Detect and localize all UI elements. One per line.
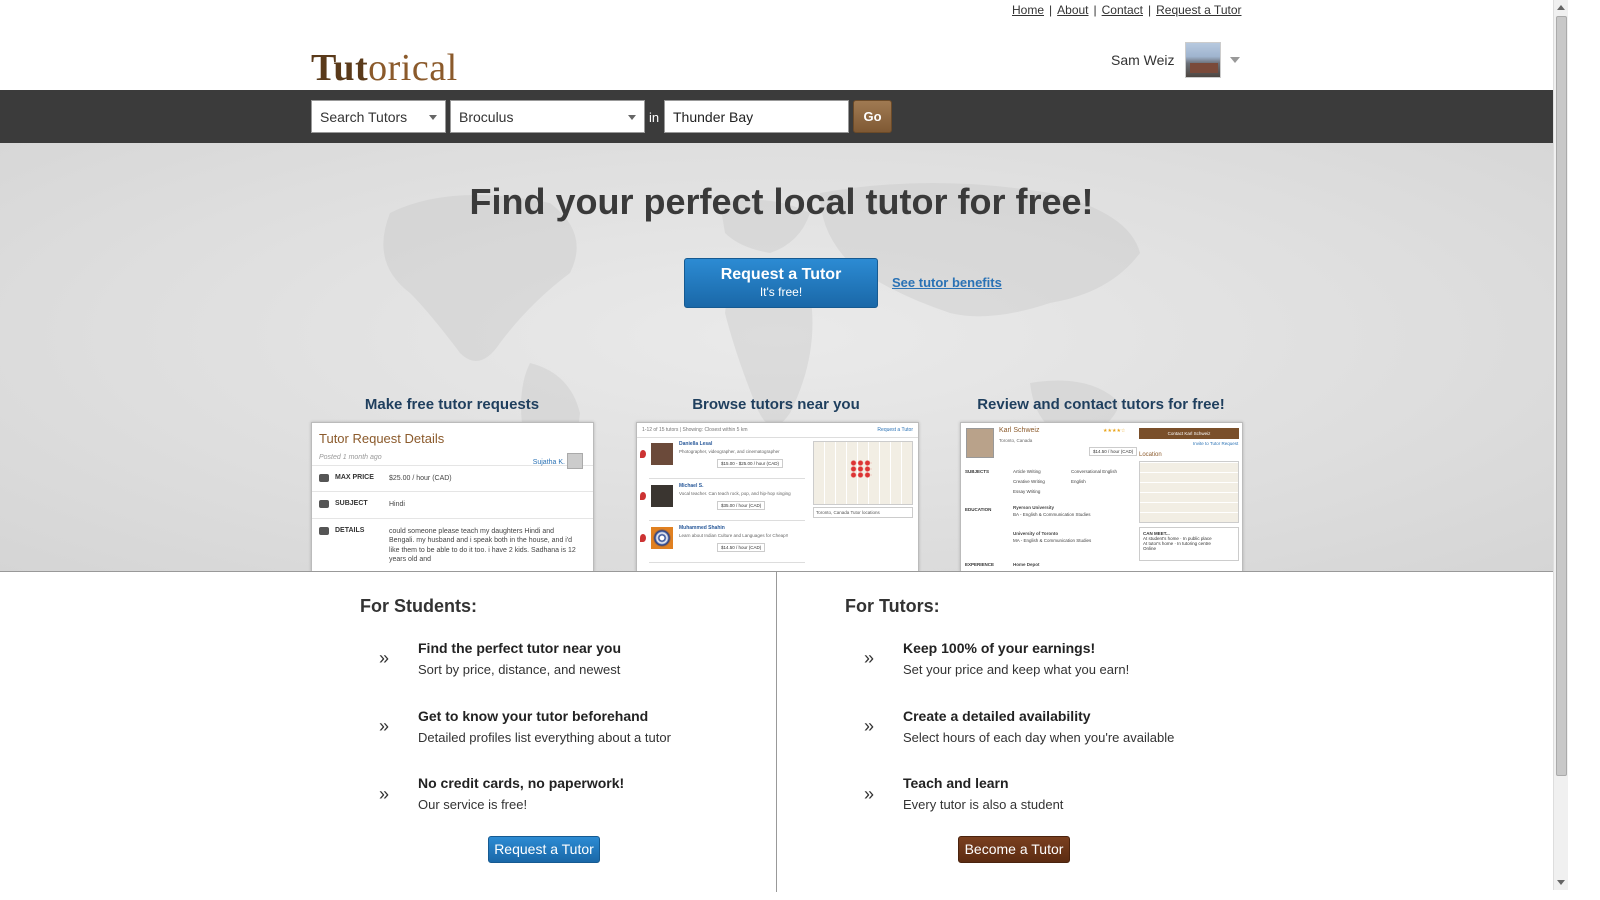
logo[interactable]: Tutorical <box>311 46 458 90</box>
browse-preview: 1-12 of 15 tutors | Showing: Closest wit… <box>636 422 919 572</box>
avatar <box>567 453 583 469</box>
preview-heading: Tutor Request Details <box>319 431 445 446</box>
nav-home-link[interactable]: Home <box>1012 3 1044 17</box>
tutors-item-desc: Every tutor is also a student <box>903 797 1064 812</box>
scroll-up-icon[interactable] <box>1557 5 1565 10</box>
avatar[interactable] <box>1184 42 1221 78</box>
list-item: Michael S. Vocal teacher. Can teach rock,… <box>640 483 805 521</box>
feature-title: Review and contact tutors for free! <box>977 396 1225 413</box>
students-title: For Students: <box>360 596 477 616</box>
map <box>813 441 913 505</box>
search-bar: Search Tutors Broculus in Go <box>0 90 1553 143</box>
user-menu[interactable]: Sam Weiz <box>1111 42 1240 78</box>
map-pin-icon <box>640 534 646 542</box>
tutors-item-title: Teach and learn <box>903 775 1009 791</box>
nav-contact-link[interactable]: Contact <box>1102 3 1143 17</box>
tutors-title: For Tutors: <box>845 596 940 616</box>
profile-preview: Karl Schweiz ★★★★☆ Toronto, Canada $14.5… <box>960 422 1243 572</box>
avatar <box>651 485 673 507</box>
students-item-title: Get to know your tutor beforehand <box>418 708 649 724</box>
chevron-down-icon[interactable] <box>1229 57 1240 63</box>
tutors-item-title: Create a detailed availability <box>903 708 1091 724</box>
avatar <box>651 443 673 465</box>
students-item-desc: Detailed profiles list everything about … <box>418 730 671 745</box>
chevron-down-icon <box>429 115 437 120</box>
subject-select[interactable]: Broculus <box>450 100 645 133</box>
double-chevron-icon: » <box>379 648 390 668</box>
contact-tutor-button: Contact Karl Schweiz <box>1139 428 1239 439</box>
search-type-select[interactable]: Search Tutors <box>311 100 446 133</box>
map-pin-icon <box>640 492 646 500</box>
scrollbar-thumb[interactable] <box>1556 16 1567 776</box>
double-chevron-icon: » <box>379 784 390 804</box>
avatar <box>966 428 994 458</box>
nav-about-link[interactable]: About <box>1057 3 1088 17</box>
chevron-down-icon <box>628 115 636 120</box>
list-item: Muhammed Shahin Learn about Indian Cultur… <box>640 525 805 563</box>
preview-results-header: 1-12 of 15 tutors | Showing: Closest wit… <box>637 423 918 438</box>
feature-title: Make free tutor requests <box>364 396 540 413</box>
user-name: Sam Weiz <box>1111 52 1175 68</box>
request-tutor-hero-button[interactable]: Request a Tutor It's free! <box>684 258 878 308</box>
tutors-item-desc: Select hours of each day when you're ava… <box>903 730 1175 745</box>
nav-request-tutor-link[interactable]: Request a Tutor <box>1156 3 1241 17</box>
students-item-desc: Sort by price, distance, and newest <box>418 662 621 677</box>
go-button[interactable]: Go <box>853 100 892 133</box>
preview-row: MAX PRICE $25.00 / hour (CAD) <box>312 465 593 491</box>
vertical-scrollbar[interactable] <box>1553 0 1568 890</box>
request-tutor-button[interactable]: Request a Tutor <box>488 836 600 863</box>
avatar <box>651 527 673 549</box>
rating-stars: ★★★★☆ <box>1103 428 1126 434</box>
column-divider <box>776 572 777 892</box>
tutors-item-desc: Set your price and keep what you earn! <box>903 662 1130 677</box>
tutor-benefits-link[interactable]: See tutor benefits <box>892 275 1002 290</box>
students-item-title: No credit cards, no paperwork! <box>418 775 625 791</box>
double-chevron-icon: » <box>379 716 390 736</box>
tutors-item-title: Keep 100% of your earnings! <box>903 640 1096 656</box>
double-chevron-icon: » <box>864 716 875 736</box>
feature-title: Browse tutors near you <box>692 396 860 413</box>
students-item-title: Find the perfect tutor near you <box>418 640 622 656</box>
map-legend: Toronto, Canada Tutor locations <box>813 507 913 518</box>
list-item: Daniella Lesal Photographer, videographer… <box>640 441 805 479</box>
hero: Find your perfect local tutor for free! … <box>0 143 1553 572</box>
scroll-down-icon[interactable] <box>1557 880 1565 885</box>
map <box>1139 461 1239 523</box>
map-pin-icon <box>640 450 646 458</box>
city-input[interactable] <box>664 100 849 133</box>
preview-user: Sujatha K. <box>532 459 565 466</box>
become-tutor-button[interactable]: Become a Tutor <box>958 836 1070 863</box>
request-preview: Tutor Request Details Posted 1 month ago… <box>311 422 594 572</box>
students-item-desc: Our service is free! <box>418 797 528 812</box>
can-meet-box: CAN MEET... At student's home · In publi… <box>1139 527 1239 561</box>
top-nav: Home | About | Contact | Request a Tutor <box>1012 3 1242 17</box>
hero-headline: Find your perfect local tutor for free! <box>469 181 1094 222</box>
preview-row: SUBJECT Hindi <box>312 491 593 517</box>
double-chevron-icon: » <box>864 648 875 668</box>
double-chevron-icon: » <box>864 784 875 804</box>
in-label: in <box>649 110 660 125</box>
preview-row: DETAILS could someone please teach my dau… <box>312 517 593 571</box>
